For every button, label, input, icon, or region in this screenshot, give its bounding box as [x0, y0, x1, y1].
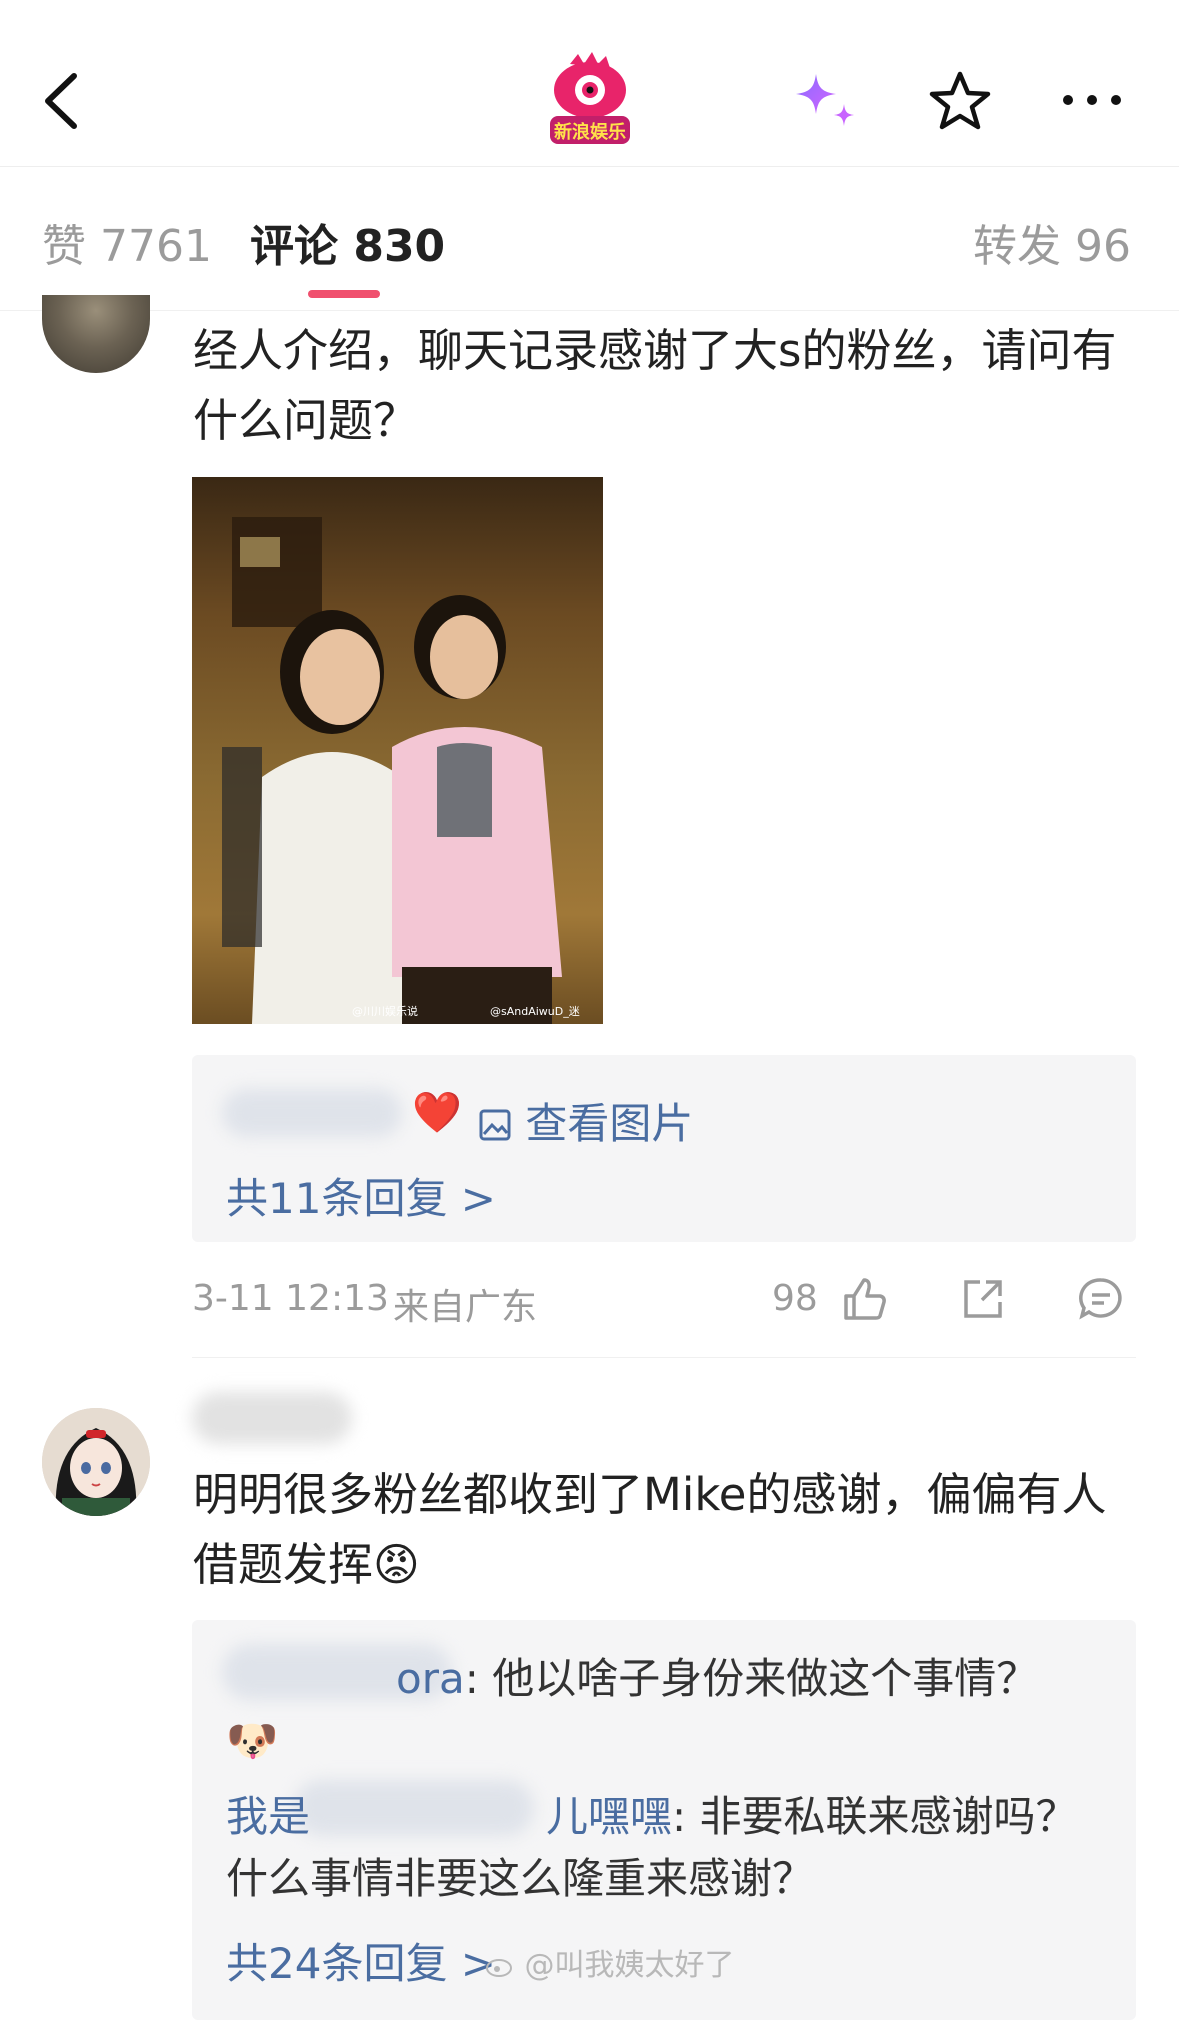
comment-photo[interactable]: @川川娱乐说 @sAndAiwuD_迷 [192, 477, 603, 1024]
heart-emoji: ❤️ [412, 1090, 462, 1136]
tab-likes[interactable]: 赞 7761 [42, 210, 212, 274]
tab-likes-count: 7761 [100, 221, 212, 272]
logo-text: 新浪娱乐 [554, 121, 626, 143]
comment-bubble-icon[interactable] [1078, 1276, 1124, 1322]
star-icon[interactable] [928, 70, 992, 132]
weibo-icon [486, 1959, 512, 1977]
blurred-username [222, 1089, 402, 1137]
tab-reposts-count: 96 [1075, 221, 1131, 272]
active-tab-indicator [308, 290, 380, 298]
comment-text: 经人介绍，聊天记录感谢了大s的粉丝，请问有什么问题？ [193, 324, 1117, 447]
back-arrow-icon[interactable] [40, 68, 84, 134]
total-replies-link[interactable]: 共24条回复 > [226, 1930, 496, 1991]
avatar[interactable] [42, 1408, 150, 1516]
tabs-divider [0, 310, 1179, 311]
photo-watermark-1: @川川娱乐说 [352, 1004, 418, 1018]
more-icon[interactable] [1060, 88, 1124, 112]
reply-username[interactable]: ora [396, 1654, 465, 1703]
reply-username-start[interactable]: 我是 [226, 1792, 310, 1841]
reply-item: ora: 他以啥子身份来做这个事情？ 🐶 [226, 1648, 1086, 1772]
total-replies-link[interactable]: 共11条回复 > [226, 1165, 496, 1226]
comment-time: 3-11 12:13 [192, 1278, 389, 1319]
view-picture-link[interactable]: 查看图片 [478, 1090, 693, 1151]
sina-entertainment-logo[interactable]: 新浪娱乐 [540, 50, 640, 150]
tab-comments[interactable]: 评论 830 [250, 210, 445, 274]
tab-likes-label: 赞 [42, 221, 86, 272]
thumbs-up-icon[interactable] [842, 1276, 888, 1322]
tab-reposts[interactable]: 转发 96 [973, 210, 1131, 274]
comment-text: 明明很多粉丝都收到了Mike的感谢，偏偏有人借题发挥😡 [193, 1468, 1107, 1591]
image-icon [479, 1109, 511, 1141]
ai-sparkle-icon[interactable] [790, 70, 860, 132]
avatar[interactable] [42, 295, 150, 373]
share-icon[interactable] [960, 1276, 1006, 1322]
blurred-username [192, 1392, 352, 1444]
photo-watermark-2: @sAndAiwuD_迷 [490, 1005, 580, 1018]
watermark-text: @叫我姨太好了 [524, 1948, 735, 1983]
tab-reposts-label: 转发 [973, 221, 1061, 272]
like-count: 98 [772, 1278, 818, 1319]
watermark: @叫我姨太好了 [485, 1940, 735, 1984]
comment-location: 来自广东 [393, 1287, 538, 1328]
comment-divider [192, 1357, 1136, 1358]
reply-item: 我是 儿嘿嘿: 非要私联来感谢吗？什么事情非要这么隆重来感谢？ [226, 1786, 1086, 1910]
reply-username-end[interactable]: 儿嘿嘿 [546, 1792, 672, 1841]
tab-comments-count: 830 [353, 221, 446, 272]
view-picture-label: 查看图片 [525, 1099, 694, 1148]
reply-text: : 他以啥子身份来做这个事情？ 🐶 [226, 1654, 1039, 1765]
tab-comments-label: 评论 [250, 221, 338, 272]
